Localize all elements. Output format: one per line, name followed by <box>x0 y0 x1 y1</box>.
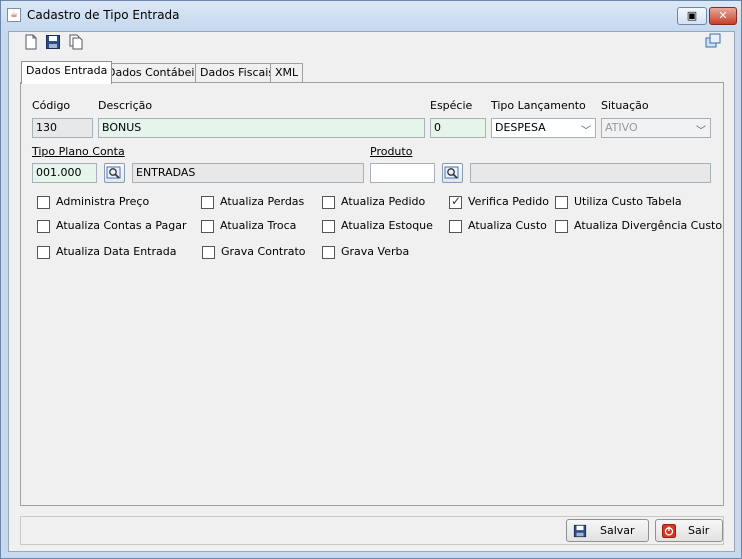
search-plano-conta-button[interactable] <box>104 163 125 183</box>
checkbox-box[interactable] <box>37 196 50 209</box>
window-client: Dados Entrada Dados Contábeis Dados Fisc… <box>8 31 735 552</box>
application-window: ☕ Cadastro de Tipo Entrada ▣ ✕ Dados Ent… <box>0 0 742 559</box>
search-icon <box>106 166 121 179</box>
salvar-button[interactable]: Salvar <box>566 519 649 542</box>
checkbox-label: Grava Contrato <box>221 245 306 258</box>
chevron-down-icon: ﹀ <box>696 126 706 137</box>
tipo-lancamento-value: DESPESA <box>495 121 546 134</box>
checkbox-box[interactable] <box>555 220 568 233</box>
checkbox-label: Administra Preço <box>56 195 150 208</box>
save-icon <box>573 524 587 538</box>
checkbox-label: Atualiza Pedido <box>341 195 426 208</box>
tipo-plano-conta-label: Tipo Plano Conta <box>32 145 125 158</box>
title-bar[interactable]: ☕ Cadastro de Tipo Entrada ▣ ✕ <box>1 1 741 31</box>
descricao-field[interactable]: BONUS <box>98 118 425 138</box>
codigo-field[interactable]: 130 <box>32 118 93 138</box>
minimize-button[interactable]: ▣ <box>677 7 707 25</box>
checkbox-label: Atualiza Contas a Pagar <box>56 219 187 232</box>
situacao-label: Situação <box>601 99 649 112</box>
produto-label: Produto <box>370 145 413 158</box>
java-app-icon: ☕ <box>7 8 21 22</box>
tab-dados-fiscais[interactable]: Dados Fiscais <box>195 63 280 83</box>
sair-label: Sair <box>688 524 710 537</box>
checkbox-box[interactable] <box>37 246 50 259</box>
tipo-plano-conta-code-field[interactable]: 001.000 <box>32 163 97 183</box>
sair-button[interactable]: Sair <box>655 519 723 542</box>
checkbox-box[interactable] <box>201 220 214 233</box>
checkbox-box[interactable] <box>37 220 50 233</box>
codigo-label: Código <box>32 99 71 112</box>
save-icon[interactable] <box>45 34 61 50</box>
checkbox-label: Verifica Pedido <box>468 195 549 208</box>
checkbox-box[interactable] <box>322 246 335 259</box>
checkbox-label: Atualiza Divergência Custo <box>574 219 723 232</box>
salvar-label: Salvar <box>600 524 635 537</box>
checkbox-box[interactable] <box>449 194 462 209</box>
power-icon <box>662 524 676 538</box>
search-icon <box>444 166 459 179</box>
tab-dados-contabeis[interactable]: Dados Contábeis <box>102 63 206 83</box>
checkbox-label: Grava Verba <box>341 245 410 258</box>
produto-code-field[interactable] <box>370 163 435 183</box>
checkbox-box[interactable] <box>322 196 335 209</box>
copy-icon[interactable] <box>68 34 84 50</box>
new-document-icon[interactable] <box>23 34 39 50</box>
checkbox-label: Atualiza Estoque <box>341 219 433 232</box>
search-produto-button[interactable] <box>442 163 463 183</box>
window-title: Cadastro de Tipo Entrada <box>27 8 180 22</box>
especie-label: Espécie <box>430 99 473 112</box>
situacao-select[interactable]: ATIVO ﹀ <box>601 118 711 138</box>
tipo-lancamento-label: Tipo Lançamento <box>491 99 586 112</box>
checkbox-box[interactable] <box>449 220 462 233</box>
tab-xml[interactable]: XML <box>270 63 304 83</box>
descricao-label: Descrição <box>98 99 153 112</box>
checkbox-label: Atualiza Custo <box>468 219 547 232</box>
especie-field[interactable]: 0 <box>430 118 486 138</box>
checkbox-box[interactable] <box>322 220 335 233</box>
tab-dados-entrada[interactable]: Dados Entrada <box>21 61 113 84</box>
checkbox-box[interactable] <box>202 246 215 259</box>
dados-entrada-panel: Código Descrição Espécie Tipo Lançamento… <box>20 82 724 506</box>
tipo-lancamento-select[interactable]: DESPESA ﹀ <box>491 118 596 138</box>
windows-icon[interactable] <box>705 33 721 49</box>
checkbox-label: Utiliza Custo Tabela <box>574 195 682 208</box>
situacao-value: ATIVO <box>605 121 638 134</box>
chevron-down-icon: ﹀ <box>581 126 591 137</box>
checkbox-label: Atualiza Data Entrada <box>56 245 177 258</box>
checkbox-box[interactable] <box>201 196 214 209</box>
restore-icon: ▣ <box>686 9 698 22</box>
tipo-plano-conta-description-field[interactable]: ENTRADAS <box>132 163 364 183</box>
checkbox-label: Atualiza Troca <box>220 219 297 232</box>
close-button[interactable]: ✕ <box>709 7 737 25</box>
checkbox-label: Atualiza Perdas <box>220 195 305 208</box>
checkbox-box[interactable] <box>555 196 568 209</box>
close-icon: ✕ <box>718 9 728 22</box>
produto-description-field[interactable] <box>470 163 711 183</box>
